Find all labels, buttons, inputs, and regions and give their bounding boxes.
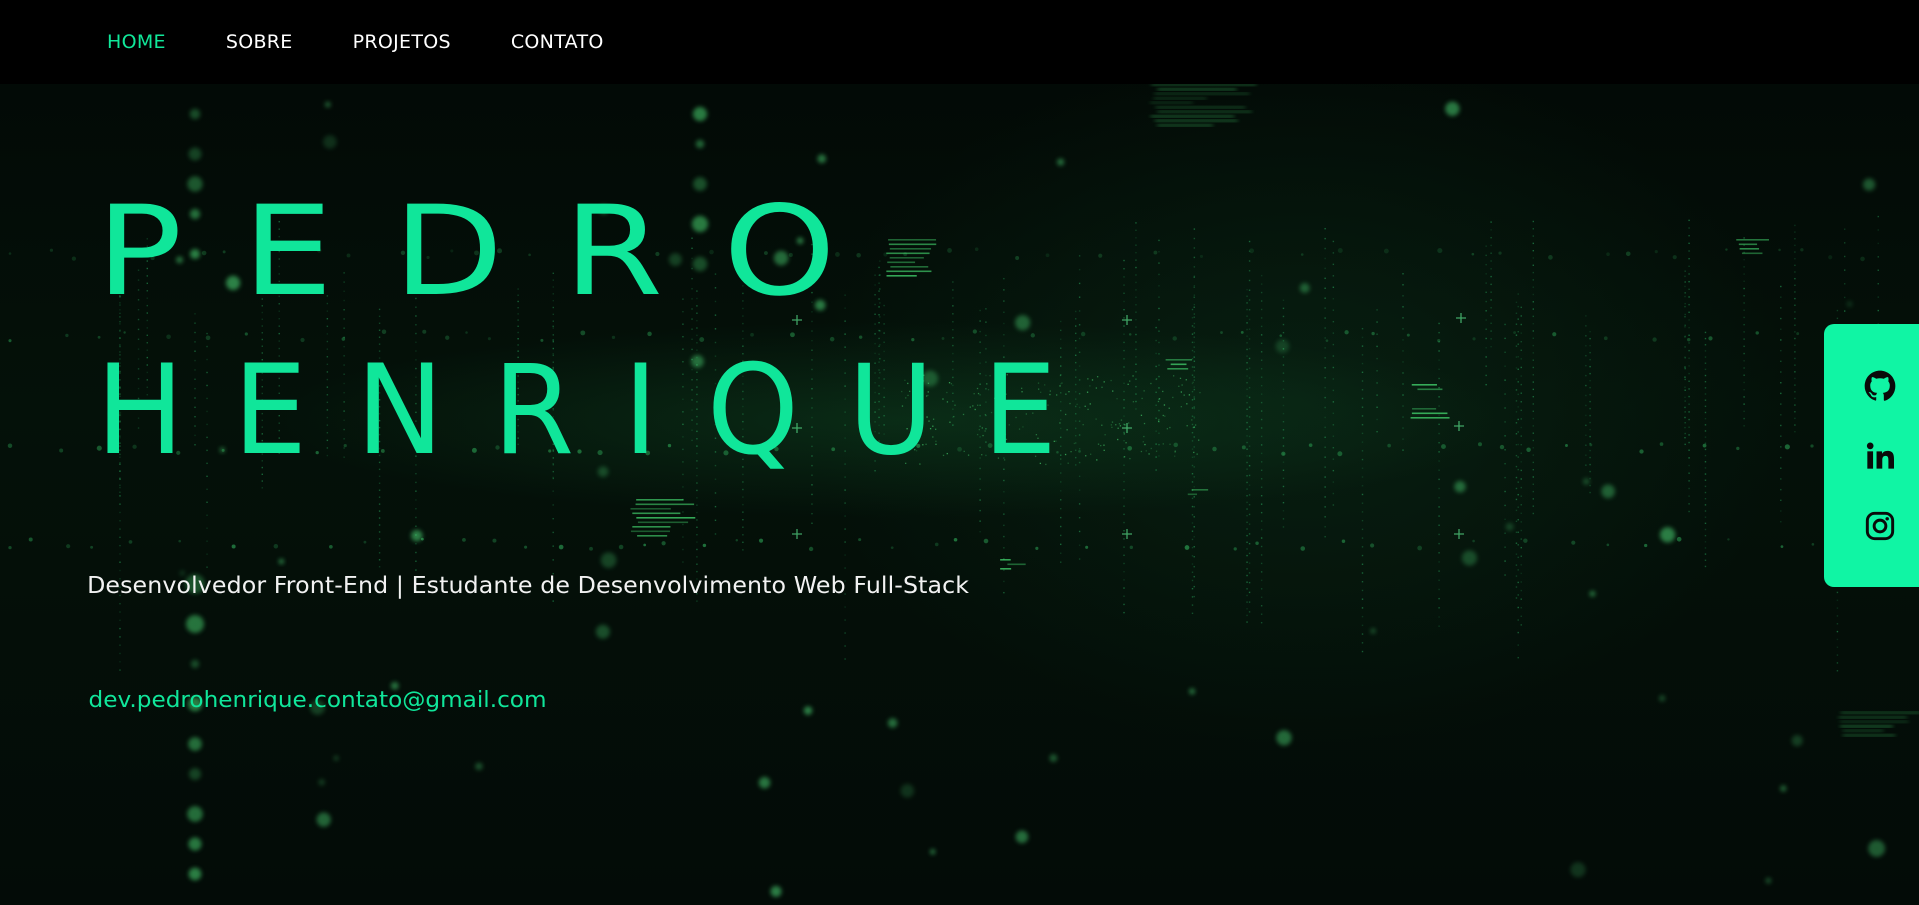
nav-link-projetos[interactable]: PROJETOS (353, 31, 451, 53)
top-navigation: HOME SOBRE PROJETOS CONTATO (0, 0, 1919, 84)
hero-name-first: PEDRO (96, 180, 896, 324)
linkedin-icon (1866, 442, 1894, 469)
hero-subtitle: Desenvolvedor Front-End | Estudante de D… (87, 573, 970, 599)
linkedin-link[interactable] (1864, 440, 1896, 472)
hero-name-last: HENRIQUE (96, 339, 1106, 483)
social-links-bar (1824, 324, 1919, 587)
github-icon (1864, 370, 1895, 401)
contact-email-link[interactable]: dev.pedrohenrique.contato@gmail.com (89, 688, 547, 713)
nav-link-contato[interactable]: CONTATO (511, 31, 604, 53)
github-link[interactable] (1864, 370, 1896, 402)
nav-link-sobre[interactable]: SOBRE (226, 31, 293, 53)
page: HOME SOBRE PROJETOS CONTATO PEDRO HENRIQ… (0, 0, 1919, 905)
instagram-link[interactable] (1864, 510, 1896, 542)
nav-link-home[interactable]: HOME (107, 31, 166, 53)
instagram-icon (1865, 511, 1894, 540)
